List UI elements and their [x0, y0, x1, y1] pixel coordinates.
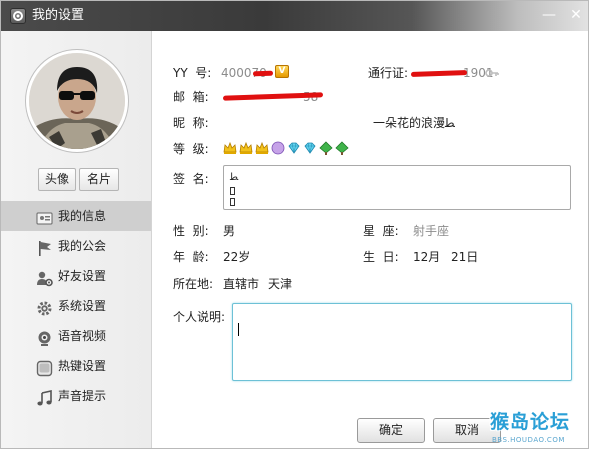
age-label: 年 龄: — [173, 250, 209, 264]
sidebar: 头像 名片 我的信息 我的公会 好友设置 系统设置 语音视频 热键设置 声音提示 — [1, 31, 152, 448]
sidebar-item-label: 热键设置 — [58, 359, 107, 373]
hotkey-icon — [36, 358, 53, 377]
sidebar-item-sound-alerts[interactable]: 声音提示 — [1, 381, 151, 411]
watermark-title: 猴岛论坛 — [490, 411, 571, 433]
location-city: 天津 — [268, 277, 293, 291]
sidebar-item-label: 好友设置 — [58, 269, 107, 283]
diamond-icon[interactable] — [303, 141, 317, 155]
zodiac-label: 星 座: — [363, 224, 399, 238]
crown-icon[interactable] — [223, 141, 237, 155]
forum-watermark: 猴岛论坛 BBS.HOUDAO.COM — [484, 409, 588, 448]
description-input[interactable] — [232, 303, 572, 381]
sidebar-item-system-settings[interactable]: 系统设置 — [1, 291, 151, 321]
moon-icon[interactable] — [271, 141, 285, 155]
signature-label: 签 名: — [173, 172, 209, 186]
missing-glyph-box — [230, 198, 235, 206]
sidebar-item-my-info[interactable]: 我的信息 — [1, 201, 151, 231]
text-caret — [238, 323, 239, 336]
description-label: 个人说明: — [173, 310, 226, 324]
email-label: 邮 箱: — [173, 90, 209, 104]
location-label: 所在地: — [173, 277, 214, 291]
location-province: 直辖市 — [223, 277, 260, 291]
diamond-icon[interactable] — [287, 141, 301, 155]
profile-card-icon — [36, 208, 53, 225]
key-icon[interactable] — [485, 67, 499, 79]
birthday-month: 12月 — [413, 250, 441, 264]
title-bar[interactable]: 我的设置 — ✕ — [1, 1, 588, 31]
zodiac-value: 射手座 — [413, 224, 450, 238]
signature-display[interactable]: ﻄ — [223, 165, 571, 210]
gender-value: 男 — [223, 224, 236, 238]
settings-app-icon — [10, 8, 26, 24]
tree-icon[interactable] — [335, 141, 349, 155]
redaction-mark — [252, 70, 274, 77]
sidebar-item-label: 我的公会 — [58, 239, 107, 253]
watermark-subtitle: BBS.HOUDAO.COM — [492, 436, 565, 444]
sidebar-item-hotkey-settings[interactable]: 热键设置 — [1, 351, 151, 381]
nickname-value: 一朵花的浪漫ﻄ — [373, 116, 455, 130]
passport-label: 通行证: — [368, 66, 409, 80]
window-title: 我的设置 — [32, 8, 85, 23]
level-label: 等 级: — [173, 142, 209, 156]
signature-text: ﻄ — [230, 172, 239, 183]
yy-number-label: YY 号: — [173, 66, 212, 80]
ok-button[interactable]: 确定 — [357, 418, 425, 443]
redaction-mark — [410, 70, 468, 77]
avatar[interactable] — [26, 50, 128, 152]
sidebar-item-my-guild[interactable]: 我的公会 — [1, 231, 151, 261]
birthday-label: 生 日: — [363, 250, 399, 264]
crown-icon[interactable] — [239, 141, 253, 155]
gear-icon — [36, 298, 53, 316]
missing-glyph-box — [230, 187, 235, 195]
profile-panel: YY 号: 400070 V 通行证: 1901 邮 箱: 58 昵 称: 一朵… — [153, 31, 588, 448]
vip-badge[interactable]: V — [275, 65, 289, 78]
music-note-icon — [36, 388, 53, 406]
nickname-label: 昵 称: — [173, 116, 209, 130]
minimize-button[interactable]: — — [541, 7, 557, 23]
sidebar-item-label: 语音视频 — [58, 329, 107, 343]
tree-icon[interactable] — [319, 141, 333, 155]
settings-window: 我的设置 — ✕ 头像 名片 我的信息 我的公会 好友设置 系统设置 语音视频 … — [0, 0, 589, 449]
friend-gear-icon — [36, 268, 53, 287]
sidebar-item-label: 声音提示 — [58, 389, 107, 403]
flag-icon — [36, 238, 53, 256]
close-button[interactable]: ✕ — [568, 7, 584, 23]
webcam-icon — [36, 328, 53, 346]
gender-label: 性 别: — [173, 224, 209, 238]
sidebar-item-friend-settings[interactable]: 好友设置 — [1, 261, 151, 291]
age-value: 22岁 — [223, 250, 251, 264]
sidebar-item-label: 系统设置 — [58, 299, 107, 313]
tab-card[interactable]: 名片 — [79, 168, 119, 191]
sidebar-item-voice-video[interactable]: 语音视频 — [1, 321, 151, 351]
crown-icon[interactable] — [255, 141, 269, 155]
tab-avatar[interactable]: 头像 — [38, 168, 76, 191]
sidebar-item-label: 我的信息 — [58, 209, 107, 223]
birthday-day: 21日 — [451, 250, 479, 264]
